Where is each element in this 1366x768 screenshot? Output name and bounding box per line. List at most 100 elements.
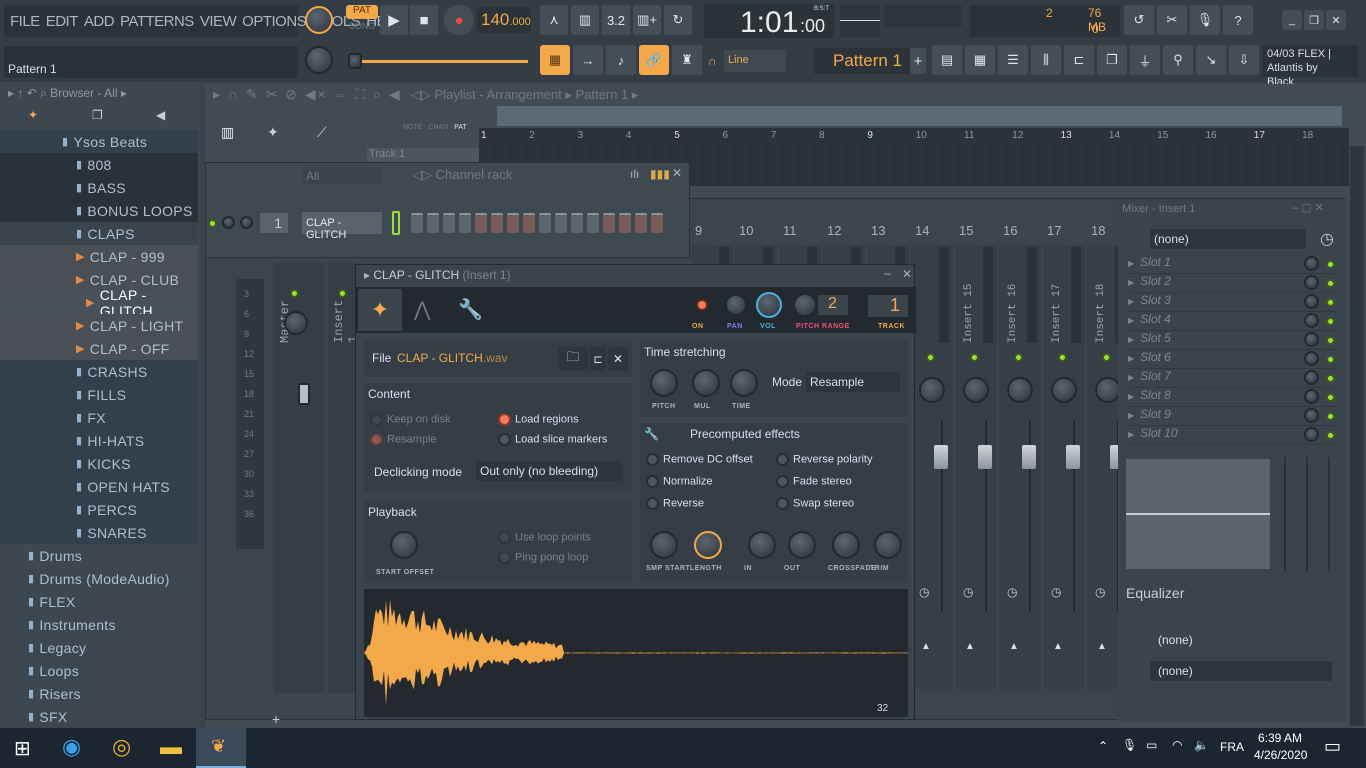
file-menu-button[interactable]: ⊏ — [590, 347, 606, 371]
step-button[interactable] — [635, 213, 647, 233]
pitch-knob[interactable] — [650, 369, 678, 397]
route-arrow-icon[interactable]: ▲ — [1009, 641, 1019, 652]
step-button[interactable] — [411, 213, 423, 233]
bar-number[interactable]: 1 — [481, 130, 487, 141]
master-pitch-knob[interactable] — [305, 46, 333, 74]
reverse-polarity-radio[interactable]: Reverse polarity — [776, 453, 872, 466]
undo-button[interactable]: ↺ — [1124, 5, 1154, 35]
pat-mode-button[interactable]: PAT — [346, 5, 378, 19]
browser-item[interactable]: ▮ CRASHS — [0, 360, 198, 383]
resample-radio[interactable]: Resample — [370, 433, 437, 446]
tab-note[interactable]: NOTE — [403, 124, 422, 131]
typing-keyboard-button[interactable]: ▦ — [540, 45, 570, 75]
slot-mix-knob[interactable] — [1304, 313, 1319, 328]
pitch-knob[interactable] — [793, 293, 817, 317]
graph-editor-icon[interactable]: ılı — [630, 167, 639, 181]
browser-item[interactable]: ▮ FX — [0, 406, 198, 429]
browser-item[interactable]: ▮ KICKS — [0, 452, 198, 475]
mul-knob[interactable] — [692, 369, 720, 397]
tab-misc[interactable]: 🔧 — [458, 297, 483, 322]
mixer-strip[interactable]: Insert 15 ◷ ▲ — [955, 245, 997, 689]
slot-enable-led[interactable] — [1326, 412, 1335, 421]
start-offset-knob[interactable] — [390, 531, 418, 559]
browser-item[interactable]: ▮ FILLS — [0, 383, 198, 406]
cut-button[interactable]: ✂ — [1157, 5, 1187, 35]
browser-item[interactable]: ▶ CLAP - GLITCH — [0, 287, 198, 319]
microphone-icon[interactable]: 🎙 — [1122, 738, 1137, 752]
menu-file[interactable]: FILE — [10, 13, 40, 30]
track-value[interactable]: 1 — [868, 295, 908, 317]
help-button[interactable]: ? — [1223, 5, 1253, 35]
snap-select[interactable]: Line — [724, 50, 786, 72]
in-knob[interactable] — [748, 531, 776, 559]
notifications-icon[interactable]: ▭ — [1324, 736, 1341, 757]
slot-mix-knob[interactable] — [1304, 351, 1319, 366]
tab-chan[interactable]: CHAN — [428, 124, 448, 131]
record-button[interactable]: ● — [444, 5, 474, 35]
export-button[interactable]: ⇩ — [1229, 45, 1259, 75]
volume-fader[interactable] — [1066, 445, 1080, 469]
piano-roll-button[interactable]: ☰ — [998, 45, 1028, 75]
browser-item[interactable]: ▶ CLAP - OFF — [0, 337, 198, 360]
bar-number[interactable]: 14 — [1109, 130, 1120, 141]
bar-number[interactable]: 8 — [819, 130, 825, 141]
bar-number[interactable]: 12 — [1012, 130, 1023, 141]
piano-roll-icon[interactable]: ▥ — [221, 124, 234, 141]
browser-item[interactable]: ▮ HI-HATS — [0, 429, 198, 452]
route-arrow-icon[interactable]: ▲ — [921, 641, 931, 652]
bar-number[interactable]: 18 — [1302, 130, 1313, 141]
bar-number[interactable]: 6 — [723, 130, 729, 141]
touch-button[interactable]: ↘ — [1196, 45, 1226, 75]
language-indicator[interactable]: FRA — [1220, 740, 1244, 754]
use-loop-points-radio[interactable]: Use loop points — [498, 531, 591, 544]
minimize-icon[interactable]: – — [884, 266, 891, 280]
mute-led[interactable] — [1102, 353, 1111, 362]
automation-icon[interactable]: ⟋ — [317, 124, 327, 141]
route-arrow-icon[interactable]: ▲ — [965, 641, 975, 652]
volume-fader[interactable] — [934, 445, 948, 469]
step-button[interactable] — [491, 213, 503, 233]
normalize-radio[interactable]: Normalize — [646, 475, 713, 488]
browser-item[interactable]: ▮ Legacy — [0, 636, 198, 659]
slot-mix-knob[interactable] — [1304, 294, 1319, 309]
slot-enable-led[interactable] — [1326, 336, 1335, 345]
link-button[interactable]: 🔗 — [639, 45, 669, 75]
step-button[interactable] — [459, 213, 471, 233]
time-stretch-mode-select[interactable]: Resample — [806, 372, 900, 392]
mixer-preset-select[interactable]: (none) — [1150, 229, 1306, 249]
show-hidden-icons[interactable]: ⌃ — [1098, 739, 1108, 753]
ping-pong-loop-radio[interactable]: Ping pong loop — [498, 551, 588, 564]
play-button[interactable]: ▶ — [380, 5, 408, 35]
slot-mix-knob[interactable] — [1304, 389, 1319, 404]
wifi-icon[interactable]: ◠ — [1172, 738, 1182, 752]
mute-led[interactable] — [1058, 353, 1067, 362]
plugin-picker-button[interactable]: ⏚ — [1130, 45, 1160, 75]
browser-item[interactable]: ▮ Instruments — [0, 613, 198, 636]
step-button[interactable] — [539, 213, 551, 233]
route-arrow-icon[interactable]: ▲ — [1097, 641, 1107, 652]
browser-item[interactable]: ▶ CLAP - LIGHT — [0, 314, 198, 337]
channel-on-toggle[interactable] — [696, 299, 708, 311]
trim-knob[interactable] — [874, 531, 902, 559]
slot-enable-led[interactable] — [1326, 317, 1335, 326]
effect-slot[interactable]: ▶ Slot 9 — [1128, 407, 1338, 426]
smp-start-knob[interactable] — [650, 531, 678, 559]
mixer-strip[interactable]: Insert 16 ◷ ▲ — [999, 245, 1041, 689]
tutorial-button[interactable]: ⚲ — [1163, 45, 1193, 75]
step-edit-button[interactable]: ▥+ — [633, 5, 661, 35]
chrome-icon[interactable]: ◎ — [112, 734, 131, 760]
bar-number[interactable]: 9 — [867, 130, 873, 141]
browser-item[interactable]: ▶ CLAP - 999 — [0, 245, 198, 268]
bar-number[interactable]: 15 — [1157, 130, 1168, 141]
mute-led[interactable] — [1014, 353, 1023, 362]
step-button[interactable] — [571, 213, 583, 233]
step-button[interactable] — [443, 213, 455, 233]
channel-select-indicator[interactable] — [392, 211, 400, 235]
fade-stereo-radio[interactable]: Fade stereo — [776, 475, 852, 488]
range-value[interactable]: 2 — [818, 295, 848, 315]
channel-volume-knob[interactable] — [240, 216, 253, 229]
step-mode-button[interactable]: → — [573, 45, 603, 75]
clock-date[interactable]: 4/26/2020 — [1254, 748, 1307, 762]
step-button[interactable] — [475, 213, 487, 233]
vol-knob[interactable] — [756, 292, 782, 318]
